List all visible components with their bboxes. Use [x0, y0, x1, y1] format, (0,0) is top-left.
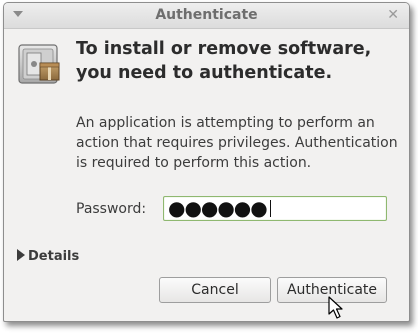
title-bar[interactable]: Authenticate ✕: [4, 3, 409, 29]
close-icon[interactable]: ✕: [387, 6, 399, 24]
details-label: Details: [28, 249, 80, 264]
details-expander[interactable]: Details: [17, 249, 79, 264]
dialog-message: An application is attempting to perform …: [76, 115, 398, 171]
cancel-button[interactable]: Cancel: [159, 277, 271, 303]
password-input[interactable]: ●●●●●●: [163, 196, 387, 221]
text-caret: [269, 200, 271, 217]
expander-arrow-icon: [17, 249, 25, 261]
mouse-pointer-icon: [328, 296, 343, 319]
password-value: ●●●●●●: [168, 196, 268, 220]
dialog-heading: To install or remove software, you need …: [76, 39, 372, 83]
package-lock-icon: [18, 44, 60, 84]
authenticate-dialog: Authenticate ✕ To install or remove soft…: [3, 2, 410, 322]
window-title: Authenticate: [155, 7, 258, 23]
password-label: Password:: [76, 201, 147, 217]
